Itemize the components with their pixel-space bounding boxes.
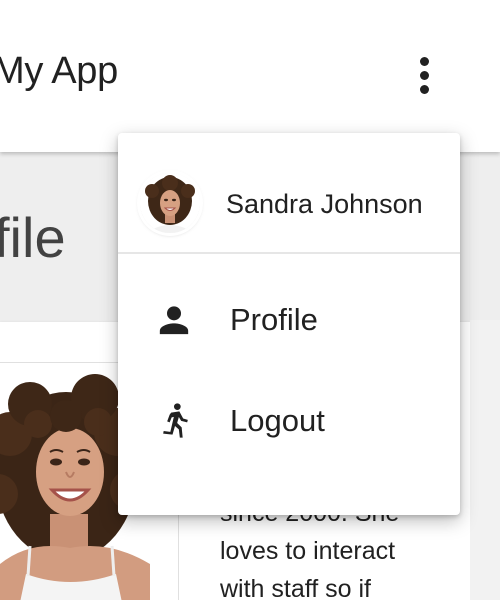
run-icon — [154, 401, 194, 441]
user-name: Sandra Johnson — [226, 189, 423, 219]
app-bar: My App — [0, 0, 500, 152]
user-menu: Sandra Johnson Profile Logout — [118, 133, 460, 515]
bio-line: loves to interact — [220, 537, 396, 565]
kebab-dot — [419, 56, 429, 66]
menu-item-label: Profile — [230, 302, 318, 337]
app-root: My App file loves to interact with staff… — [0, 0, 500, 600]
menu-item-profile[interactable]: Profile — [118, 270, 460, 370]
page-heading: file — [0, 206, 66, 269]
menu-divider — [118, 252, 460, 254]
bio-line: with staff so if — [220, 575, 371, 600]
more-vert-icon[interactable] — [404, 52, 444, 98]
card-divider — [0, 362, 118, 363]
person-icon — [154, 300, 194, 340]
page-edge — [470, 320, 500, 600]
kebab-dot — [419, 84, 429, 94]
menu-user-header: Sandra Johnson — [118, 133, 460, 253]
avatar — [140, 173, 200, 233]
menu-item-logout[interactable]: Logout — [118, 371, 460, 471]
app-title: My App — [0, 50, 118, 92]
kebab-dot — [419, 70, 429, 80]
menu-item-label: Logout — [230, 403, 325, 438]
card-column-divider — [178, 512, 179, 600]
